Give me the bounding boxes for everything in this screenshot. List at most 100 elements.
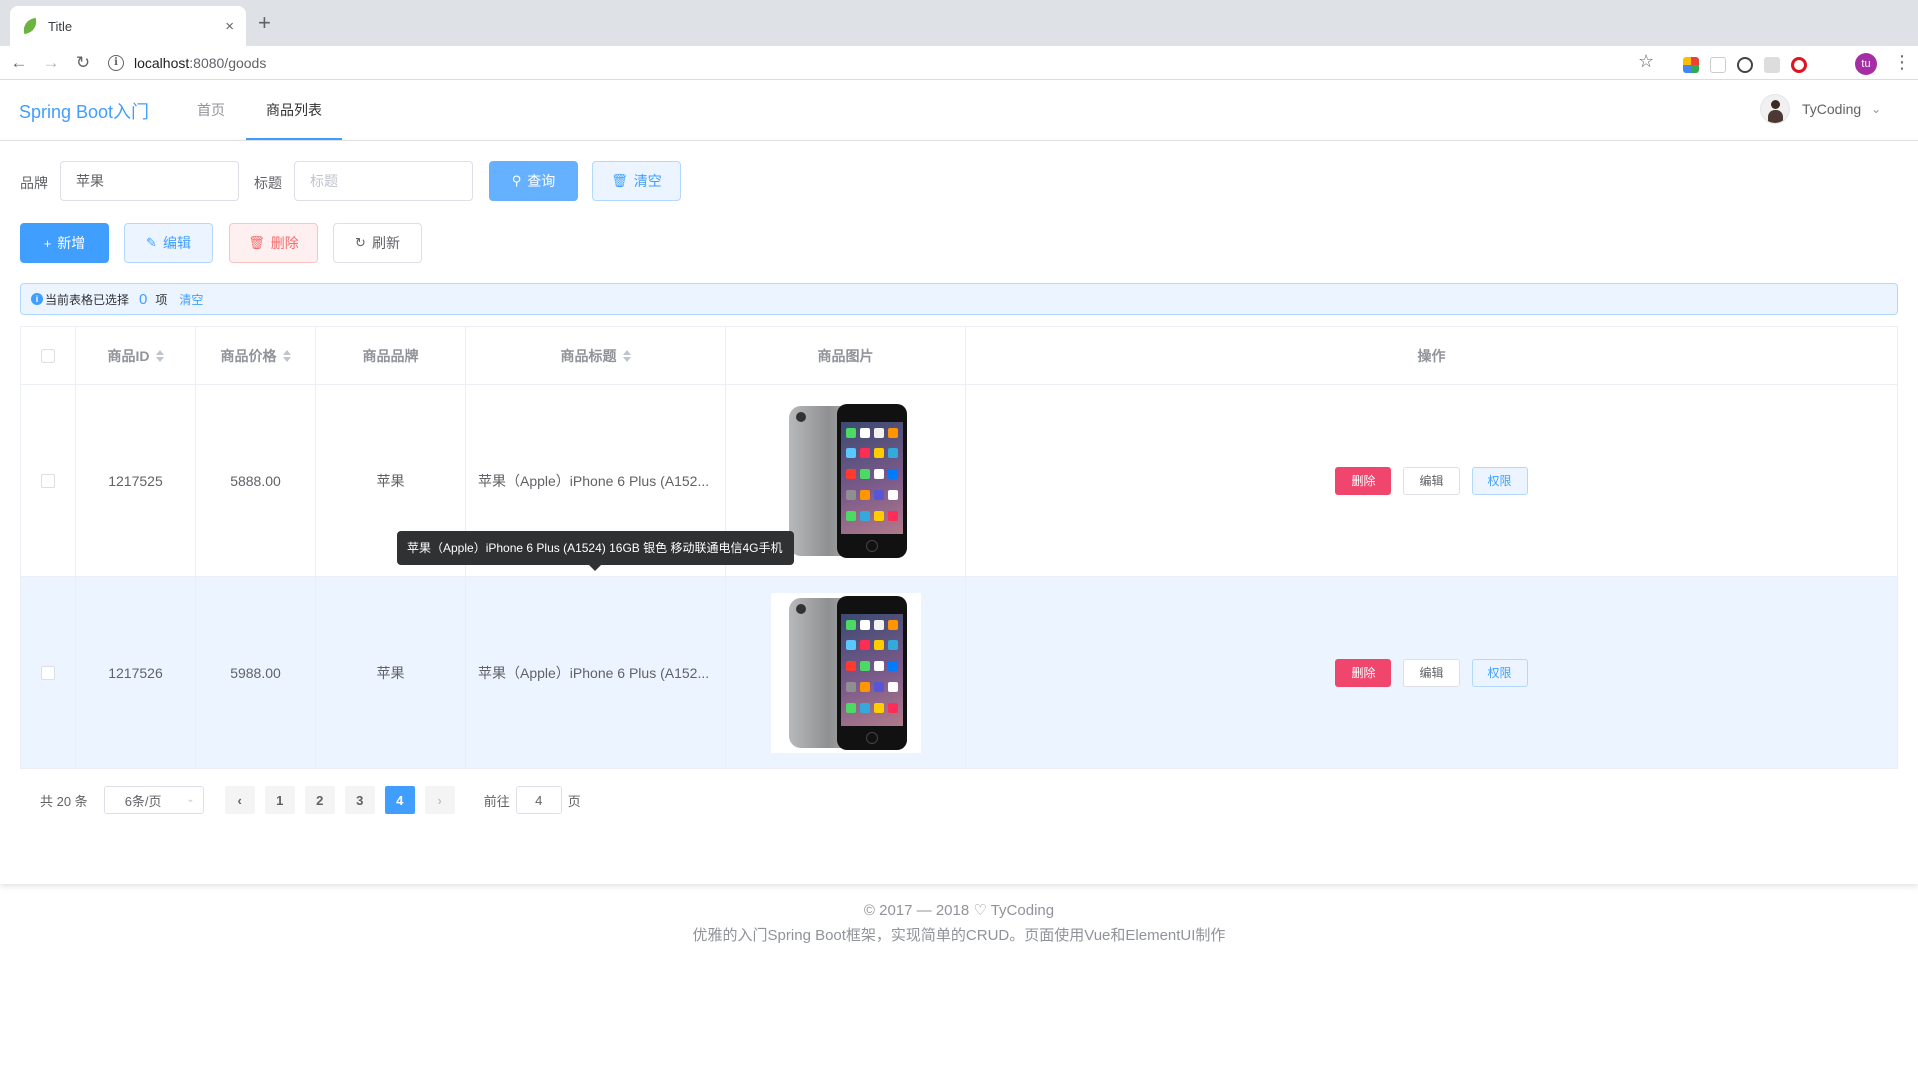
extension-colorful-icon[interactable]	[1683, 57, 1699, 73]
header-brand: 商品品牌	[316, 327, 466, 384]
page-size-select[interactable]: 6条/页 ⌄	[103, 786, 204, 814]
row-edit-button[interactable]: 编辑	[1403, 658, 1460, 687]
new-tab-button[interactable]: +	[258, 12, 271, 34]
cell-id: 1217526	[76, 577, 196, 768]
menu-item-home[interactable]: 首页	[177, 80, 245, 140]
sort-icon[interactable]	[155, 349, 164, 363]
page-button-2[interactable]: 2	[304, 786, 335, 814]
url-path: :8080/goods	[189, 55, 267, 71]
header-id[interactable]: 商品ID	[76, 327, 196, 384]
query-button[interactable]: ⚲ 查询	[489, 161, 578, 201]
delete-button-label: 删除	[270, 235, 299, 251]
header-id-label: 商品ID	[107, 347, 150, 364]
goto-suffix: 页	[567, 793, 581, 809]
footer: © 2017 — 2018 ♡ TyCoding 优雅的入门Spring Boo…	[0, 898, 1918, 948]
table-header: 商品ID 商品价格 商品品牌 商品标题 商品图片 操作	[21, 327, 1897, 385]
header-image: 商品图片	[726, 327, 966, 384]
reload-icon[interactable]: ↻	[70, 53, 96, 73]
bookmark-star-icon[interactable]: ☆	[1638, 51, 1654, 72]
cell-brand: 苹果	[316, 577, 466, 768]
header-actions-label: 操作	[1417, 347, 1446, 364]
delete-button[interactable]: 🗑 删除	[229, 223, 318, 263]
sort-icon[interactable]	[282, 349, 291, 363]
search-icon: ⚲	[511, 173, 522, 188]
header-price[interactable]: 商品价格	[196, 327, 316, 384]
title-filter-input[interactable]: 标题	[294, 161, 473, 201]
browser-tab[interactable]: Title ×	[10, 6, 246, 46]
title-filter-label: 标题	[254, 175, 282, 191]
extension-grid-icon[interactable]	[1764, 57, 1780, 73]
selection-unit: 项	[155, 292, 168, 307]
row-permission-button[interactable]: 权限	[1471, 466, 1528, 495]
table-row[interactable]: 1217526 5988.00 苹果 苹果（Apple）iPhone 6 Plu…	[21, 577, 1897, 769]
clear-search-button[interactable]: 🗑 清空	[592, 161, 681, 201]
opera-icon[interactable]	[1791, 57, 1807, 73]
goods-table: 商品ID 商品价格 商品品牌 商品标题 商品图片 操作 1217525 5888…	[20, 326, 1898, 769]
browser-menu-icon[interactable]: ⋮	[1893, 52, 1911, 73]
back-icon[interactable]: ←	[6, 53, 32, 73]
row-delete-button[interactable]: 删除	[1335, 658, 1392, 687]
product-image	[770, 592, 921, 753]
row-permission-button[interactable]: 权限	[1471, 658, 1528, 687]
brand-logo[interactable]: Spring Boot入门	[19, 98, 149, 124]
header-select-cell	[21, 327, 76, 384]
edit-button-label: 编辑	[162, 235, 191, 251]
extension-blocked-icon[interactable]	[1737, 57, 1753, 73]
select-all-checkbox[interactable]	[41, 348, 55, 363]
page-button-3[interactable]: 3	[344, 786, 375, 814]
forward-icon[interactable]: →	[38, 53, 64, 73]
page-button-4[interactable]: 4	[384, 786, 415, 814]
row-edit-button[interactable]: 编辑	[1403, 466, 1460, 495]
menu-item-goods[interactable]: 商品列表	[246, 80, 342, 140]
footer-copyright: © 2017 — 2018 ♡ TyCoding	[863, 902, 1055, 919]
browser-tabstrip: Title × +	[0, 0, 1918, 46]
header-image-label: 商品图片	[817, 347, 874, 364]
spring-leaf-icon	[20, 17, 40, 35]
brand-filter-label: 品牌	[20, 175, 48, 191]
next-page-button[interactable]: ›	[424, 786, 455, 814]
brand-filter-input[interactable]: 苹果	[60, 161, 239, 201]
goto-page-input[interactable]: 4	[515, 786, 562, 814]
goto-prefix: 前往	[483, 793, 510, 809]
browser-toolbar: ← → ↻ i localhost:8080/goods ☆ tu ⋮	[0, 46, 1918, 80]
refresh-button[interactable]: ↻ 刷新	[333, 223, 422, 263]
site-info-icon[interactable]: i	[108, 55, 124, 71]
user-dropdown[interactable]: TyCoding ⌄	[1760, 94, 1881, 124]
add-button-label: 新增	[57, 235, 86, 251]
url-host: localhost	[134, 55, 190, 71]
cell-title[interactable]: 苹果（Apple）iPhone 6 Plus (A152...	[466, 577, 726, 768]
row-checkbox[interactable]	[41, 473, 55, 488]
header-actions: 操作	[966, 327, 1897, 384]
header-title-label: 商品标题	[560, 347, 617, 364]
page-button-1[interactable]: 1	[264, 786, 295, 814]
pagination-total: 共 20 条	[40, 793, 88, 809]
phone-front-illustration	[836, 403, 907, 558]
edit-button[interactable]: ✎ 编辑	[124, 223, 213, 263]
table-row[interactable]: 1217525 5888.00 苹果 苹果（Apple）iPhone 6 Plu…	[21, 385, 1897, 577]
row-checkbox[interactable]	[41, 665, 55, 680]
prev-page-button[interactable]: ‹	[224, 786, 255, 814]
cell-actions: 删除 编辑 权限	[966, 385, 1897, 576]
add-button[interactable]: + 新增	[20, 223, 109, 263]
tab-close-icon[interactable]: ×	[225, 18, 234, 35]
info-icon: i	[31, 293, 43, 305]
header-brand-label: 商品品牌	[362, 347, 419, 364]
chevron-down-icon: ⌄	[1871, 102, 1882, 116]
row-select-cell	[21, 385, 76, 576]
clear-selection-link[interactable]: 清空	[179, 291, 203, 308]
address-bar[interactable]: i localhost:8080/goods	[108, 49, 1663, 77]
header-title[interactable]: 商品标题	[466, 327, 726, 384]
profile-avatar[interactable]: tu	[1855, 53, 1877, 75]
user-avatar	[1760, 94, 1790, 124]
row-delete-button[interactable]: 删除	[1335, 466, 1392, 495]
title-tooltip: 苹果（Apple）iPhone 6 Plus (A1524) 16GB 银色 移…	[397, 531, 794, 571]
header-price-label: 商品价格	[220, 347, 277, 364]
extension-gray-icon[interactable]	[1710, 57, 1726, 73]
page-size-value: 6条/页	[124, 793, 162, 809]
sort-icon[interactable]	[622, 349, 631, 363]
cell-image	[726, 577, 966, 768]
selection-alert: i 当前表格已选择 0 项 清空	[20, 283, 1898, 315]
cell-actions: 删除 编辑 权限	[966, 577, 1897, 768]
cell-id: 1217525	[76, 385, 196, 576]
trash-icon: 🗑	[248, 235, 265, 250]
